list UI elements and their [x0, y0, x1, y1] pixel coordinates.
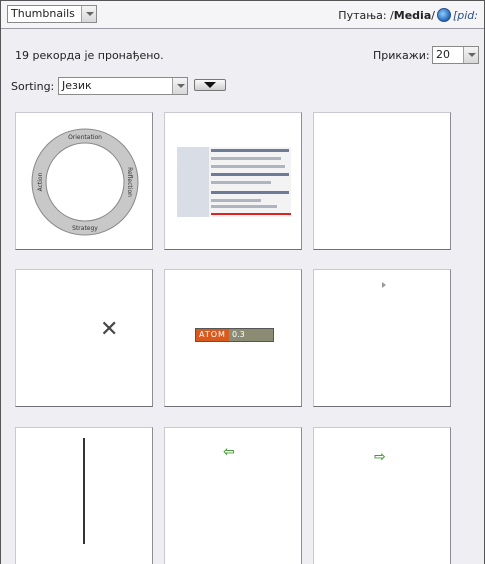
divider-line-image	[83, 438, 85, 544]
play-arrow-icon	[382, 282, 386, 288]
view-mode-value: Thumbnails	[11, 7, 75, 20]
breadcrumb: Путања: / Media / [pid:	[338, 8, 478, 22]
cycle-label-left: Action	[37, 172, 44, 191]
chevron-down-icon	[463, 47, 478, 63]
sorting-label: Sorting:	[11, 80, 55, 93]
thumbnail-right-arrow[interactable]: ⇨	[313, 427, 451, 564]
view-mode-select[interactable]: Thumbnails	[7, 5, 97, 23]
show-count-value: 20	[436, 48, 450, 61]
path-label: Путања: /	[338, 8, 394, 22]
arrow-right-icon: ⇨	[374, 449, 386, 465]
top-toolbar: Thumbnails Путања: / Media / [pid:	[1, 1, 484, 29]
chevron-down-icon	[81, 6, 96, 22]
close-icon: ✕	[100, 317, 119, 342]
sorting-value: Језик	[62, 79, 92, 92]
record-count: 19 рекорда је пронађено.	[15, 49, 164, 62]
cycle-label-right: Reflection	[126, 167, 133, 197]
thumbnail-cycle-diagram[interactable]: Orientation Reflection Strategy Action	[15, 112, 153, 250]
screenshot-image	[177, 147, 291, 217]
sorting-select[interactable]: Језик	[58, 77, 188, 95]
show-count-select[interactable]: 20	[432, 46, 479, 64]
atom-badge-right: 0.3	[229, 329, 273, 341]
atom-badge: ATOM 0.3	[195, 328, 274, 342]
atom-badge-left: ATOM	[196, 329, 229, 341]
globe-icon[interactable]	[436, 8, 451, 22]
thumbnail-delete[interactable]: ✕	[15, 269, 153, 407]
thumbnail-atom[interactable]: ATOM 0.3	[164, 269, 302, 407]
thumbnail-small-arrow[interactable]	[313, 269, 451, 407]
sort-direction-button[interactable]	[194, 79, 226, 91]
pid-label: [pid:	[452, 8, 478, 22]
path-separator: /	[431, 8, 435, 22]
cycle-label-bottom: Strategy	[72, 225, 98, 232]
show-label: Прикажи:	[373, 49, 430, 62]
thumbnail-left-arrow[interactable]: ⇦	[164, 427, 302, 564]
cycle-diagram-image: Orientation Reflection Strategy Action	[31, 128, 139, 236]
chevron-down-icon	[172, 78, 187, 94]
path-current-link[interactable]: Media	[394, 9, 431, 22]
arrow-left-icon: ⇦	[223, 444, 235, 460]
cycle-label-top: Orientation	[68, 134, 102, 141]
thumbnail-vertical-line[interactable]	[15, 427, 153, 564]
thumbnail-blank[interactable]	[313, 112, 451, 250]
thumbnail-screenshot[interactable]	[164, 112, 302, 250]
